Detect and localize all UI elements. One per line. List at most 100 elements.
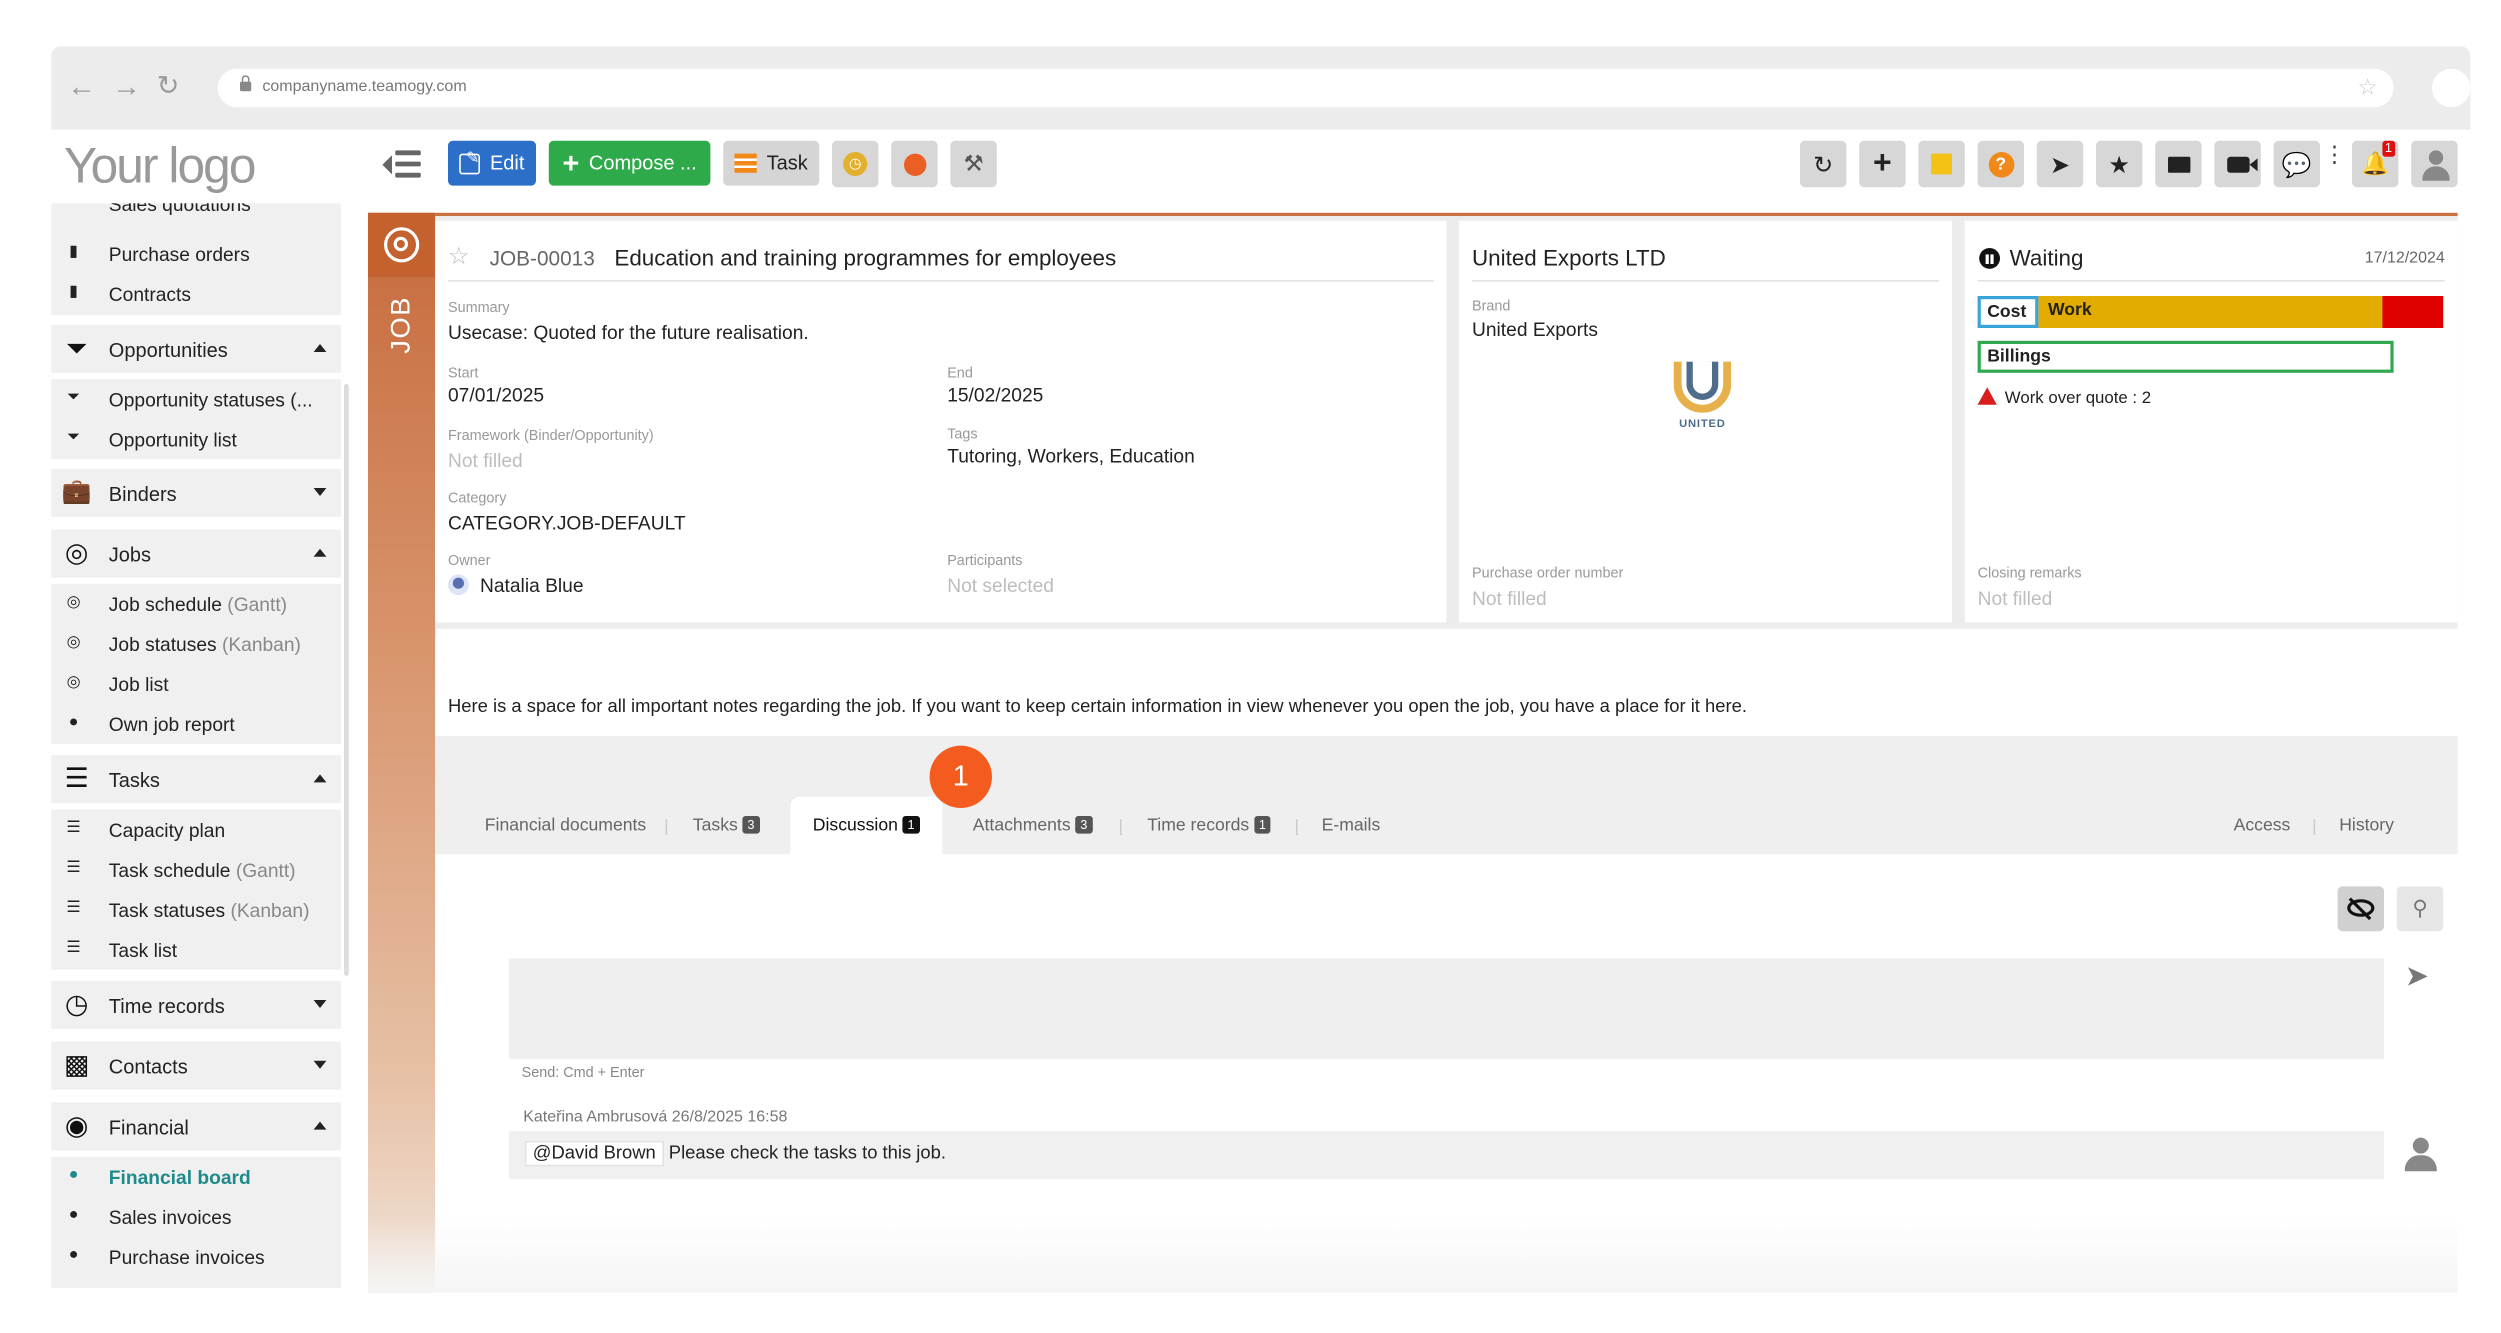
step-callout-badge: 1: [929, 745, 992, 808]
tab-history[interactable]: History: [2339, 816, 2394, 835]
sidebar-section-financial[interactable]: ◉ Financial: [51, 1102, 341, 1151]
tab-tasks[interactable]: Tasks 3: [693, 816, 760, 835]
sidebar-section-opportunities[interactable]: ⏷ Opportunities: [51, 324, 341, 373]
timer-button[interactable]: ◷: [832, 140, 879, 188]
favorite-star-icon[interactable]: ☆: [448, 242, 470, 270]
sidebar-item-purchase-orders[interactable]: Purchase orders: [109, 243, 250, 265]
sidebar-item-task-schedule[interactable]: Task schedule (Gantt): [109, 859, 296, 881]
sidebar-item-own-job-report[interactable]: Own job report: [109, 714, 235, 736]
client-logo: UNITED: [1670, 358, 1734, 435]
sidebar-item-opportunity-statuses[interactable]: Opportunity statuses (...: [109, 389, 313, 411]
sidebar-section-time-records[interactable]: ◷ Time records: [51, 980, 341, 1029]
sidebar-item-sales-quotations[interactable]: Sales quotations: [109, 203, 251, 216]
clock-icon: ◷: [64, 988, 89, 1020]
start-label: Start: [448, 364, 479, 381]
section-label: Jobs: [108, 544, 152, 567]
send-message-icon[interactable]: ➤: [2405, 960, 2429, 994]
pin-button[interactable]: ⚲: [2396, 886, 2444, 932]
favorites-button[interactable]: ★: [2096, 140, 2143, 188]
framework-label: Framework (Binder/Opportunity): [448, 427, 654, 444]
sidebar-item-purchase-invoices[interactable]: Purchase invoices: [109, 1246, 265, 1268]
dollar-icon: ●: [68, 1246, 79, 1264]
stopwatch-button[interactable]: [891, 140, 938, 188]
sticky-note-icon: [1931, 153, 1952, 175]
client-name[interactable]: United Exports LTD: [1472, 245, 1666, 271]
sidebar-section-jobs[interactable]: ◎ Jobs: [51, 529, 341, 578]
video-camera-icon: [2226, 156, 2257, 172]
refresh-button[interactable]: ↻: [1800, 140, 1847, 188]
tools-icon: ⚒: [963, 150, 984, 176]
compose-button[interactable]: + Compose ...: [548, 140, 711, 186]
url-text: companyname.teamogy.com: [262, 78, 467, 96]
task-list-icon: ☰: [66, 899, 81, 917]
sidebar-section-tasks[interactable]: ☰ Tasks: [51, 755, 341, 804]
message-input[interactable]: [508, 958, 2384, 1060]
tab-financial-documents[interactable]: Financial documents: [485, 816, 646, 835]
sidebar: Sales quotations ▮ Purchase orders ▮ Con…: [51, 203, 342, 1288]
send-button[interactable]: ➤: [2036, 140, 2084, 188]
forward-arrow-icon[interactable]: →: [112, 70, 141, 102]
section-label: Contacts: [108, 1056, 188, 1079]
sidebar-item-sales-invoices[interactable]: Sales invoices: [109, 1206, 232, 1228]
video-button[interactable]: [2214, 140, 2261, 188]
star-icon: ★: [2108, 151, 2130, 179]
sticky-note-button[interactable]: [1918, 140, 1965, 188]
funnel-icon: ⏷: [67, 388, 80, 407]
message-text: Please check the tasks to this job.: [668, 1144, 946, 1164]
tab-access[interactable]: Access: [2234, 816, 2291, 835]
message-bubble: @David Brown Please check the tasks to t…: [508, 1131, 2384, 1180]
contact-card-icon: ▩: [63, 1049, 90, 1080]
sidebar-item-job-schedule[interactable]: Job schedule (Gantt): [109, 594, 287, 616]
sidebar-scrollbar[interactable]: [344, 384, 349, 976]
sidebar-item-job-statuses[interactable]: Job statuses (Kanban): [109, 634, 301, 656]
sidebar-item-capacity-plan[interactable]: Capacity plan: [109, 819, 225, 841]
address-bar[interactable]: companyname.teamogy.com ☆: [217, 68, 2394, 108]
sidebar-item-task-list[interactable]: Task list: [109, 939, 177, 961]
collapse-menu-icon[interactable]: [382, 149, 424, 181]
browser-profile-icon[interactable]: [2432, 68, 2471, 108]
caret-up-icon: [313, 344, 327, 352]
inbox-button[interactable]: [2155, 140, 2202, 188]
plus-icon: +: [1873, 145, 1892, 181]
back-arrow-icon[interactable]: ←: [67, 70, 96, 102]
tab-attachments[interactable]: Attachments 3: [973, 816, 1093, 835]
sidebar-item-job-list[interactable]: Job list: [109, 674, 169, 696]
more-vertical-icon[interactable]: ⋮: [2323, 142, 2345, 164]
chat-button[interactable]: 💬: [2273, 140, 2320, 188]
hide-button[interactable]: [2337, 886, 2384, 932]
app-logo[interactable]: Your logo: [64, 138, 256, 196]
mention-tag[interactable]: @David Brown: [524, 1140, 664, 1167]
po-label: Purchase order number: [1472, 564, 1624, 581]
tab-time-records[interactable]: Time records 1: [1147, 816, 1271, 835]
tab-discussion[interactable]: Discussion 1: [813, 816, 920, 835]
edit-button[interactable]: ✎ Edit: [448, 140, 536, 186]
owner-label: Owner: [448, 552, 491, 568]
cost-label: Cost: [1977, 296, 2039, 328]
user-avatar-button[interactable]: [2411, 140, 2458, 188]
sidebar-item-opportunity-list[interactable]: Opportunity list: [109, 429, 237, 451]
notifications-button[interactable]: 🔔 1: [2352, 140, 2399, 188]
tab-emails[interactable]: E-mails: [1322, 816, 1381, 835]
task-button[interactable]: Task: [723, 140, 820, 186]
document-icon: ▮: [69, 283, 78, 301]
add-button[interactable]: +: [1859, 140, 1906, 188]
section-label: Tasks: [108, 769, 160, 792]
bottom-fade: [368, 1216, 2458, 1293]
sidebar-section-contacts[interactable]: ▩ Contacts: [51, 1041, 341, 1090]
help-button[interactable]: ?: [1977, 140, 2024, 188]
sidebar-item-task-statuses[interactable]: Task statuses (Kanban): [109, 899, 310, 921]
send-hint: Send: Cmd + Enter: [521, 1064, 645, 1080]
job-notes[interactable]: Here is a space for all important notes …: [435, 636, 2458, 736]
notes-text: Here is a space for all important notes …: [448, 697, 1747, 717]
sidebar-item-contracts[interactable]: Contracts: [109, 283, 191, 305]
status-panel: Waiting 17/12/2024 Cost Work Billings Wo…: [1964, 220, 2458, 623]
tools-button[interactable]: ⚒: [950, 140, 997, 188]
status-label[interactable]: Waiting: [2010, 245, 2084, 271]
reload-icon[interactable]: ↻: [157, 70, 180, 102]
sidebar-item-financial-board[interactable]: Financial board: [109, 1166, 251, 1188]
owner-value[interactable]: Natalia Blue: [480, 574, 584, 596]
closing-remarks-value: Not filled: [1977, 587, 2053, 610]
bookmark-star-icon[interactable]: ☆: [2358, 74, 2378, 101]
warning-text: Work over quote : 2: [2004, 388, 2152, 408]
sidebar-section-binders[interactable]: 💼 Binders: [51, 468, 341, 517]
